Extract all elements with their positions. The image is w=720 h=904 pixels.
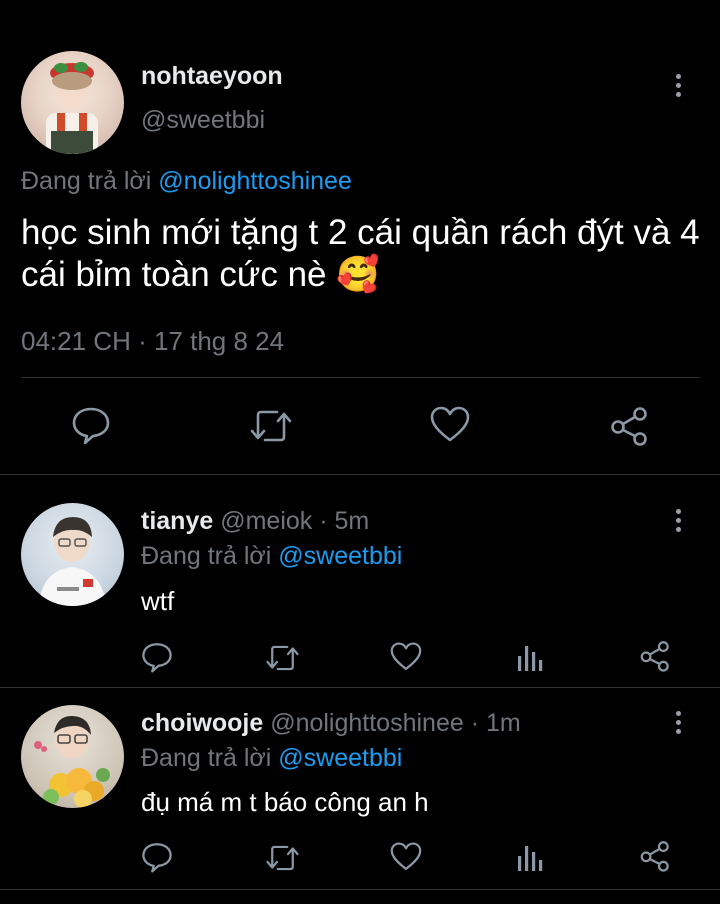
retweet-icon[interactable] xyxy=(265,643,300,673)
reply-text: wtf xyxy=(141,586,175,616)
replying-prefix: Đang trả lời xyxy=(141,744,272,772)
heart-icon[interactable] xyxy=(390,642,422,672)
reply-header: tianye @meiok · 5m xyxy=(141,507,369,536)
main-handle[interactable]: @sweetbbi xyxy=(141,106,265,135)
share-icon[interactable] xyxy=(609,406,651,446)
reply-avatar[interactable] xyxy=(21,705,124,808)
reply-icon[interactable] xyxy=(71,405,111,445)
main-replying-line: Đang trả lời @nolighttoshinee xyxy=(21,167,352,196)
reply-text: đụ má m t báo công an h xyxy=(141,787,429,817)
replying-prefix: Đang trả lời xyxy=(21,167,152,195)
main-timestamp[interactable]: 04:21 CH · 17 thg 8 24 xyxy=(21,326,284,357)
replying-to-link[interactable]: @sweetbbi xyxy=(278,744,402,772)
reply-display-name[interactable]: choiwooje xyxy=(141,709,263,737)
main-display-name[interactable]: nohtaeyoon xyxy=(141,62,283,91)
main-avatar[interactable] xyxy=(21,51,124,154)
reply-more-icon[interactable] xyxy=(674,509,682,532)
reply-more-icon[interactable] xyxy=(674,711,682,734)
replying-to-link[interactable]: @nolighttoshinee xyxy=(158,167,352,195)
share-icon[interactable] xyxy=(639,640,672,672)
reply-replying-line: Đang trả lời @sweetbbi xyxy=(141,744,402,773)
reply-replying-line: Đang trả lời @sweetbbi xyxy=(141,542,402,571)
heart-icon[interactable] xyxy=(430,406,470,444)
bar-chart-icon[interactable] xyxy=(517,842,545,872)
reply-icon[interactable] xyxy=(141,641,173,673)
retweet-icon[interactable] xyxy=(265,843,300,873)
replying-prefix: Đang trả lời xyxy=(141,542,272,570)
reply-time[interactable]: · 5m xyxy=(319,507,369,535)
reply-display-name[interactable]: tianye xyxy=(141,507,213,535)
replying-to-link[interactable]: @sweetbbi xyxy=(278,542,402,570)
reply-icon[interactable] xyxy=(141,841,173,873)
heart-icon[interactable] xyxy=(390,842,422,872)
main-more-icon[interactable] xyxy=(674,74,682,97)
reply-handle[interactable]: @meiok xyxy=(220,507,312,535)
divider xyxy=(0,687,720,688)
reply-header: choiwooje @nolighttoshinee · 1m xyxy=(141,709,521,738)
main-tweet-text: học sinh mới tặng t 2 cái quần rách đýt … xyxy=(21,212,711,296)
divider xyxy=(21,377,700,378)
smiling-face-with-hearts-icon: 🥰 xyxy=(336,255,380,294)
bar-chart-icon[interactable] xyxy=(517,642,545,672)
retweet-icon[interactable] xyxy=(249,407,293,445)
reply-avatar[interactable] xyxy=(21,503,124,606)
divider xyxy=(0,889,720,890)
reply-time[interactable]: · 1m xyxy=(471,709,521,737)
share-icon[interactable] xyxy=(639,840,672,872)
divider xyxy=(0,474,720,475)
reply-handle[interactable]: @nolighttoshinee xyxy=(270,709,464,737)
